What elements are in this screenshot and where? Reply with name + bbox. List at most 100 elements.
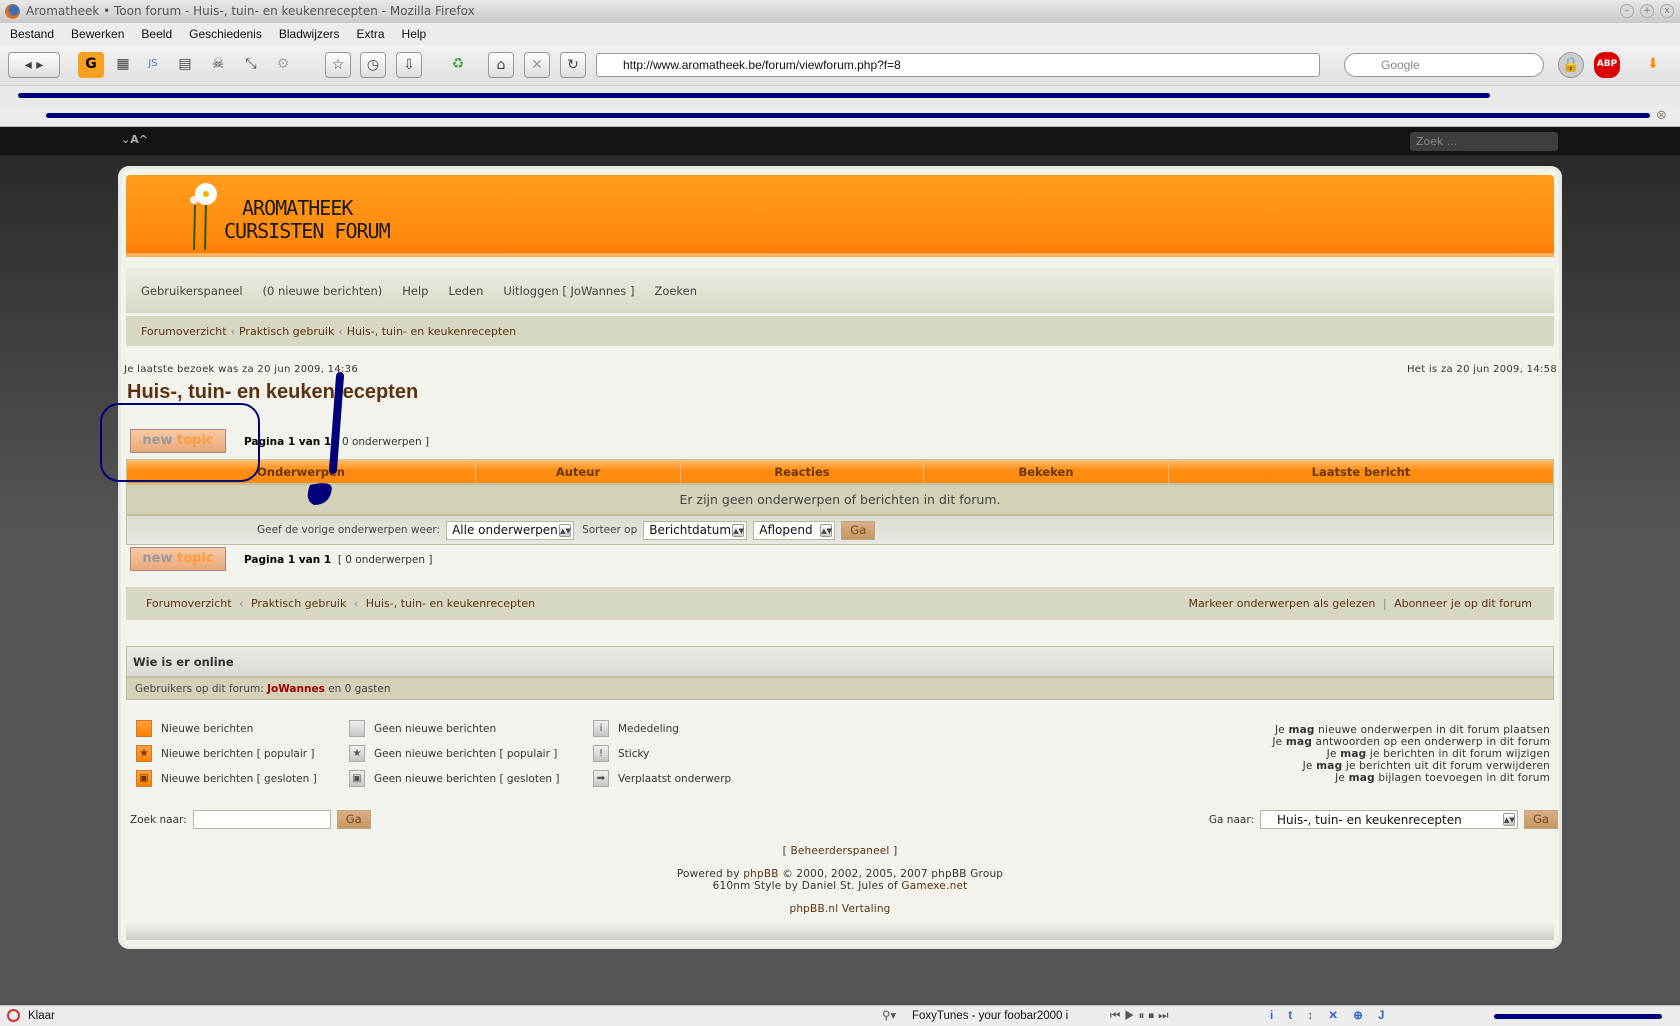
subscribe-forum-link[interactable]: Abonneer je op dit forum — [1394, 597, 1532, 610]
close-tab-icon[interactable]: ⊗ — [1656, 108, 1667, 123]
adblock-icon[interactable]: ABP — [1594, 52, 1620, 78]
font-size-control[interactable]: ⌄A^ — [121, 133, 148, 146]
legend-label: Nieuwe berichten [ gesloten ] — [161, 772, 317, 785]
site-search-input[interactable]: Zoek ... — [1410, 132, 1558, 151]
addon-gear-icon[interactable]: ⚙ — [270, 52, 296, 78]
select-arrow-icon: ▲▼ — [820, 523, 833, 537]
breadcrumb-category[interactable]: Praktisch gebruik — [251, 597, 346, 610]
menu-geschiedenis[interactable]: Geschiedenis — [189, 23, 262, 45]
nav-help[interactable]: Help — [402, 284, 428, 298]
addon-resize-icon[interactable]: ⤡ — [238, 52, 264, 78]
new-topic-word: topic — [177, 433, 214, 448]
breadcrumb-forum[interactable]: Huis-, tuin- en keukenrecepten — [347, 325, 516, 338]
mark-topics-read-link[interactable]: Markeer onderwerpen als gelezen — [1188, 597, 1375, 610]
footer-fade — [126, 922, 1554, 940]
close-icon[interactable]: x — [1660, 4, 1674, 18]
forum-title[interactable]: Huis-, tuin- en keukenrecepten — [127, 381, 418, 404]
copyright-text: © 2000, 2002, 2005, 2007 phpBB Group — [782, 868, 1004, 880]
breadcrumb-bottom: Forumoverzicht ‹ Praktisch gebruik ‹ Hui… — [126, 587, 1554, 620]
permission-line: Je mag nieuwe onderwerpen in dit forum p… — [1272, 724, 1550, 736]
nav-search[interactable]: Zoeken — [654, 284, 697, 298]
search-input[interactable] — [192, 810, 331, 829]
display-topics-select[interactable]: Alle onderwerpen ▲▼ — [446, 520, 575, 540]
search-icon[interactable]: ⚲▾ — [882, 1006, 896, 1026]
new-topic-button[interactable]: new topic — [130, 429, 226, 453]
bookmark-star-button[interactable]: ☆ — [325, 52, 351, 78]
sort-order-select[interactable]: Aflopend ▲▼ — [753, 520, 836, 540]
breadcrumb-forum[interactable]: Huis-, tuin- en keukenrecepten — [366, 597, 535, 610]
addon-page-icon[interactable]: ▤ — [172, 52, 198, 78]
search-engine-input[interactable]: Google — [1344, 53, 1544, 77]
logo-title: AROMATHEEK — [242, 196, 353, 220]
lock-icon[interactable]: 🔒 — [1558, 52, 1584, 78]
breadcrumb-category[interactable]: Praktisch gebruik — [239, 325, 334, 338]
admin-panel-link[interactable]: Beheerderspaneel — [790, 845, 889, 857]
addon-js-icon[interactable]: JS — [140, 52, 166, 78]
url-bar[interactable]: http://www.aromatheek.be/forum/viewforum… — [596, 53, 1320, 77]
menu-help[interactable]: Help — [402, 23, 427, 45]
menu-bewerken[interactable]: Bewerken — [71, 23, 124, 45]
permission-line: Je mag bijlagen toevoegen in dit forum — [1272, 772, 1550, 784]
tab-bar: ⊗ — [0, 105, 1680, 127]
column-views: Bekeken — [924, 460, 1169, 483]
legend-label: Geen nieuwe berichten — [374, 722, 497, 735]
foxytunes-text[interactable]: FoxyTunes - your foobar2000 i — [912, 1006, 1068, 1026]
menu-beeld[interactable]: Beeld — [141, 23, 172, 45]
legend-item: ➡ Verplaatst onderwerp — [593, 770, 731, 787]
recycle-icon[interactable]: ♻ — [445, 52, 471, 78]
downloader-icon[interactable]: ⬇ — [1640, 52, 1666, 78]
nav-members[interactable]: Leden — [448, 284, 483, 298]
logo-subtitle: CURSISTEN FORUM — [224, 219, 391, 243]
timer-button[interactable]: ◷ — [360, 52, 386, 78]
moved-topic-icon: ➡ — [593, 770, 609, 787]
column-topics: Onderwerpen — [127, 460, 476, 483]
permission-text: nieuwe onderwerpen in dit forum plaatsen — [1318, 724, 1550, 736]
nav-new-messages[interactable]: (0 nieuwe berichten) — [263, 284, 383, 298]
home-button[interactable]: ⌂ — [488, 52, 514, 78]
permission-may: mag — [1316, 760, 1343, 772]
sort-go-button[interactable]: Ga — [841, 520, 876, 540]
addon-g-icon[interactable]: G — [78, 52, 104, 78]
translation-line: phpBB.nl Vertaling — [121, 903, 1559, 915]
stop-button[interactable]: ✕ — [524, 52, 550, 78]
permission-may: mag — [1285, 736, 1313, 748]
bookmarks-toolbar — [0, 85, 1680, 105]
back-forward-button[interactable]: ◂ ▸ — [8, 52, 60, 78]
legend-item: ▣ Nieuwe berichten [ gesloten ] — [136, 770, 317, 787]
jump-to-forum: Ga naar: Huis-, tuin- en keukenrecepten ▲… — [1209, 810, 1558, 829]
permission-may: mag — [1348, 772, 1375, 784]
phpbb-link[interactable]: phpBB — [743, 868, 778, 880]
media-controls[interactable]: ⏮▶⏸⏹⏭ — [1110, 1006, 1172, 1026]
minimize-icon[interactable]: – — [1620, 4, 1634, 18]
nav-user-control-panel[interactable]: Gebruikerspaneel — [141, 284, 243, 298]
menu-bladwijzers[interactable]: Bladwijzers — [279, 23, 340, 45]
legend-item: Nieuwe berichten — [136, 720, 253, 737]
jump-forum-select[interactable]: Huis-, tuin- en keukenrecepten ▲▼ — [1260, 810, 1518, 829]
breadcrumb-forum-index[interactable]: Forumoverzicht — [141, 325, 227, 338]
menu-bestand[interactable]: Bestand — [10, 23, 54, 45]
reload-button[interactable]: ↻ — [560, 52, 586, 78]
gamexe-link[interactable]: Gamexe.net — [901, 880, 967, 892]
online-user-link[interactable]: JoWannes — [267, 683, 325, 695]
translation-link[interactable]: phpBB.nl Vertaling — [789, 903, 890, 915]
firefox-icon — [5, 4, 20, 19]
breadcrumb-forum-index[interactable]: Forumoverzicht — [146, 597, 232, 610]
statusbar-addon-icons[interactable]: i t ↕ ✕ ⊕ J — [1270, 1006, 1390, 1026]
legend-item: ★ Nieuwe berichten [ populair ] — [136, 745, 315, 762]
download-button[interactable]: ⇩ — [396, 52, 422, 78]
permission-line: Je mag je berichten in dit forum wijzige… — [1272, 748, 1550, 760]
status-bar: Klaar ⚲▾ FoxyTunes - your foobar2000 i ⏮… — [0, 1005, 1680, 1026]
nav-logout[interactable]: Uitloggen [ JoWannes ] — [503, 284, 634, 298]
search-go-button[interactable]: Ga — [336, 810, 371, 829]
new-topic-button-bottom[interactable]: new topic — [130, 547, 226, 571]
forum-footer: [ Beheerderspaneel ] Powered by phpBB © … — [121, 845, 1559, 915]
maximize-icon[interactable]: + — [1640, 4, 1654, 18]
jump-go-button[interactable]: Ga — [1524, 810, 1558, 829]
menu-extra[interactable]: Extra — [357, 23, 385, 45]
pagination: Pagina 1 van 1 [ 0 onderwerpen ] — [244, 436, 429, 448]
new-topic-word: topic — [177, 551, 214, 566]
addon-grid-icon[interactable]: ▦ — [110, 52, 136, 78]
sort-key-select[interactable]: Berichtdatum ▲▼ — [643, 520, 748, 540]
legend-item: ★ Geen nieuwe berichten [ populair ] — [349, 745, 557, 762]
addon-skull-icon[interactable]: ☠ — [205, 52, 231, 78]
